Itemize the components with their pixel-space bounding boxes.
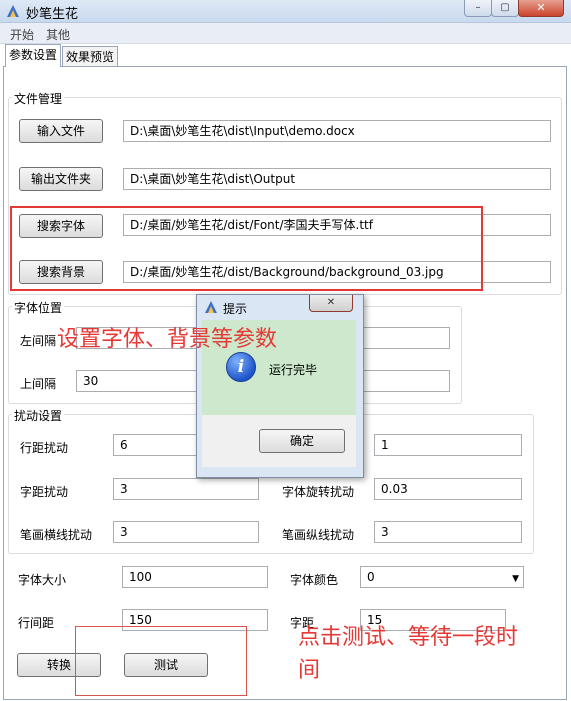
dialog-close-button[interactable]: ✕: [309, 295, 353, 312]
disturb-right-field[interactable]: 1: [374, 434, 522, 456]
line-spacing-disturb-field[interactable]: 6: [113, 434, 203, 456]
font-color-value: 0: [367, 570, 375, 584]
test-highlight-box: [75, 626, 247, 696]
stroke-h-disturb-label: 笔画横线扰动: [20, 528, 93, 542]
disturb-group-title: 扰动设置: [12, 407, 65, 424]
right-margin-field[interactable]: [360, 327, 450, 349]
annotation-test-line2: 间: [298, 658, 321, 683]
input-file-button[interactable]: 输入文件: [19, 119, 103, 143]
line-gap-label: 行间距: [18, 616, 55, 630]
stroke-v-disturb-label: 笔画纵线扰动: [282, 528, 355, 542]
top-margin-field[interactable]: 30: [76, 370, 200, 392]
annotation-test-line1: 点击测试、等待一段时: [298, 625, 519, 650]
dialog-ok-button[interactable]: 确定: [259, 429, 345, 453]
info-icon: i: [226, 352, 256, 382]
bottom-margin-field[interactable]: [360, 370, 450, 392]
menu-other[interactable]: 其他: [46, 26, 70, 43]
app-icon: [7, 5, 19, 17]
line-spacing-disturb-label: 行距扰动: [20, 441, 69, 455]
font-color-select[interactable]: 0 ▼: [360, 566, 524, 588]
minimize-button[interactable]: –: [464, 0, 492, 17]
rotation-disturb-field[interactable]: 0.03: [374, 478, 522, 500]
char-spacing-disturb-field[interactable]: 3: [113, 478, 259, 500]
maximize-button[interactable]: ▢: [491, 0, 519, 17]
font-size-field[interactable]: 100: [122, 566, 268, 588]
close-button[interactable]: ✕: [518, 0, 564, 17]
chevron-down-icon[interactable]: ▼: [512, 569, 519, 587]
tab-params[interactable]: 参数设置: [5, 44, 62, 67]
annotation-params: 设置字体、背景等参数: [57, 327, 278, 352]
char-spacing-disturb-label: 字距扰动: [20, 485, 69, 499]
dialog-message: 运行完毕: [269, 363, 318, 377]
file-group-title: 文件管理: [12, 90, 65, 107]
menu-bar: 开始 其他: [0, 23, 571, 44]
input-file-field[interactable]: D:\桌面\妙笔生花\dist\Input\demo.docx: [123, 120, 551, 142]
dialog-title: 提示: [223, 302, 248, 316]
stroke-v-disturb-field[interactable]: 3: [374, 521, 522, 543]
app-icon: [205, 301, 217, 313]
font-position-title: 字体位置: [12, 299, 65, 316]
top-margin-label: 上间隔: [20, 377, 57, 391]
output-folder-field[interactable]: D:\桌面\妙笔生花\dist\Output: [123, 168, 551, 190]
title-bar: 妙笔生花 – ▢ ✕: [0, 0, 571, 23]
output-folder-button[interactable]: 输出文件夹: [19, 167, 103, 191]
stroke-h-disturb-field[interactable]: 3: [113, 521, 259, 543]
tab-preview[interactable]: 效果预览: [62, 46, 119, 67]
window-title: 妙笔生花: [26, 7, 79, 22]
font-color-label: 字体颜色: [290, 573, 339, 587]
font-size-label: 字体大小: [18, 573, 67, 587]
rotation-disturb-label: 字体旋转扰动: [282, 485, 355, 499]
menu-start[interactable]: 开始: [10, 26, 34, 43]
annotation-highlight-box: [10, 206, 483, 291]
left-margin-label: 左间隔: [20, 334, 57, 348]
